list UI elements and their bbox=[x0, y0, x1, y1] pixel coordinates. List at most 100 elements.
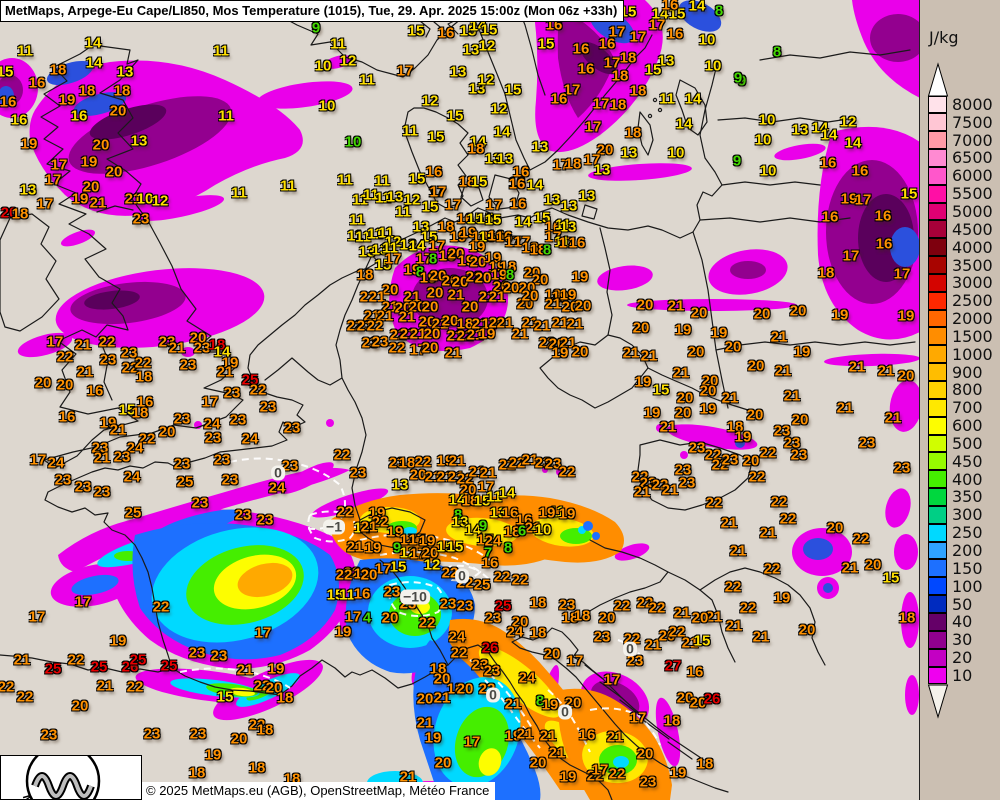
legend-swatch bbox=[928, 435, 947, 453]
legend-row: 1500 bbox=[928, 328, 993, 346]
legend-swatch bbox=[928, 577, 947, 595]
legend-swatch bbox=[928, 667, 947, 685]
legend-value: 500 bbox=[952, 436, 983, 452]
legend-row: 10 bbox=[928, 667, 993, 685]
legend-row: 3500 bbox=[928, 257, 993, 275]
legend-swatch bbox=[928, 131, 947, 149]
legend-row: 30 bbox=[928, 631, 993, 649]
legend-swatch bbox=[928, 399, 947, 417]
legend-row: 300 bbox=[928, 506, 993, 524]
legend-row: 100 bbox=[928, 578, 993, 596]
legend-value: 30 bbox=[952, 632, 972, 648]
legend-row: 7500 bbox=[928, 114, 993, 132]
legend-arrow-up-icon bbox=[924, 60, 964, 97]
legend-value: 7000 bbox=[952, 133, 993, 149]
legend-row: 2500 bbox=[928, 292, 993, 310]
legend-swatch bbox=[928, 292, 947, 310]
legend-row: 3000 bbox=[928, 274, 993, 292]
legend-value: 600 bbox=[952, 418, 983, 434]
legend-swatch bbox=[928, 363, 947, 381]
legend-row: 400 bbox=[928, 471, 993, 489]
legend-value: 1000 bbox=[952, 347, 993, 363]
legend-swatch bbox=[928, 452, 947, 470]
legend-row: 900 bbox=[928, 364, 993, 382]
legend-value: 2500 bbox=[952, 293, 993, 309]
legend-value: 2000 bbox=[952, 311, 993, 327]
legend-row: 800 bbox=[928, 382, 993, 400]
legend-row: 7000 bbox=[928, 132, 993, 150]
legend-row: 250 bbox=[928, 524, 993, 542]
legend-swatch bbox=[928, 631, 947, 649]
legend-swatch bbox=[928, 417, 947, 435]
legend-row: 1000 bbox=[928, 346, 993, 364]
legend-swatch bbox=[928, 613, 947, 631]
legend-value: 700 bbox=[952, 400, 983, 416]
legend-row: 450 bbox=[928, 453, 993, 471]
legend-panel: J/kg 8000750070006500 6000 5500 5000 4500 400… bbox=[919, 0, 1000, 800]
legend-row: 6500 bbox=[928, 150, 993, 168]
legend-swatch bbox=[928, 542, 947, 560]
legend-value: 5500 bbox=[952, 186, 993, 202]
legend-value: 150 bbox=[952, 561, 983, 577]
legend-row: 4500 bbox=[928, 221, 993, 239]
legend-swatch bbox=[928, 256, 947, 274]
legend-scale: 8000750070006500 6000 5500 5000 4500 4000 3500… bbox=[928, 96, 993, 685]
legend-swatch bbox=[928, 327, 947, 345]
legend-row: 5500 bbox=[928, 185, 993, 203]
legend-value: 3000 bbox=[952, 275, 993, 291]
legend-swatch bbox=[928, 524, 947, 542]
legend-swatch bbox=[928, 595, 947, 613]
legend-value: 4000 bbox=[952, 240, 993, 256]
legend-value: 20 bbox=[952, 650, 972, 666]
legend-unit-label: J/kg bbox=[929, 28, 959, 47]
legend-row: 150 bbox=[928, 560, 993, 578]
legend-row: 8000 bbox=[928, 96, 993, 114]
map-canvas bbox=[0, 0, 920, 800]
legend-row: 5000 bbox=[928, 203, 993, 221]
legend-swatch bbox=[928, 559, 947, 577]
legend-swatch bbox=[928, 203, 947, 221]
legend-value: 350 bbox=[952, 489, 983, 505]
legend-value: 450 bbox=[952, 454, 983, 470]
legend-row: 700 bbox=[928, 399, 993, 417]
legend-value: 4500 bbox=[952, 222, 993, 238]
legend-value: 6000 bbox=[952, 168, 993, 184]
metmaps-logo: METMAPS bbox=[0, 755, 142, 800]
legend-swatch bbox=[928, 238, 947, 256]
legend-swatch bbox=[928, 488, 947, 506]
legend-arrow-down-icon bbox=[924, 684, 964, 721]
legend-value: 40 bbox=[952, 614, 972, 630]
legend-value: 6500 bbox=[952, 150, 993, 166]
legend-row: 500 bbox=[928, 435, 993, 453]
legend-row: 40 bbox=[928, 613, 993, 631]
copyright-text: © 2025 MetMaps.eu (AGB), OpenStreetMap, … bbox=[142, 782, 495, 800]
map-title: MetMaps, Arpege-Eu Cape/LI850, Mos Tempe… bbox=[0, 0, 624, 22]
legend-value: 8000 bbox=[952, 97, 993, 113]
legend-value: 250 bbox=[952, 525, 983, 541]
legend-swatch bbox=[928, 220, 947, 238]
legend-value: 1500 bbox=[952, 329, 993, 345]
legend-value: 400 bbox=[952, 472, 983, 488]
legend-swatch bbox=[928, 345, 947, 363]
legend-swatch bbox=[928, 149, 947, 167]
legend-value: 3500 bbox=[952, 258, 993, 274]
legend-value: 10 bbox=[952, 668, 972, 684]
legend-row: 6000 bbox=[928, 167, 993, 185]
legend-swatch bbox=[928, 470, 947, 488]
legend-row: 600 bbox=[928, 417, 993, 435]
legend-swatch bbox=[928, 381, 947, 399]
legend-swatch bbox=[928, 113, 947, 131]
legend-value: 5000 bbox=[952, 204, 993, 220]
legend-row: 350 bbox=[928, 489, 993, 507]
legend-value: 100 bbox=[952, 579, 983, 595]
legend-row: 20 bbox=[928, 649, 993, 667]
legend-swatch bbox=[928, 649, 947, 667]
legend-value: 50 bbox=[952, 597, 972, 613]
legend-row: 4000 bbox=[928, 239, 993, 257]
legend-swatch bbox=[928, 96, 947, 114]
legend-row: 50 bbox=[928, 596, 993, 614]
legend-swatch bbox=[928, 185, 947, 203]
legend-swatch bbox=[928, 274, 947, 292]
legend-swatch bbox=[928, 310, 947, 328]
legend-value: 900 bbox=[952, 365, 983, 381]
